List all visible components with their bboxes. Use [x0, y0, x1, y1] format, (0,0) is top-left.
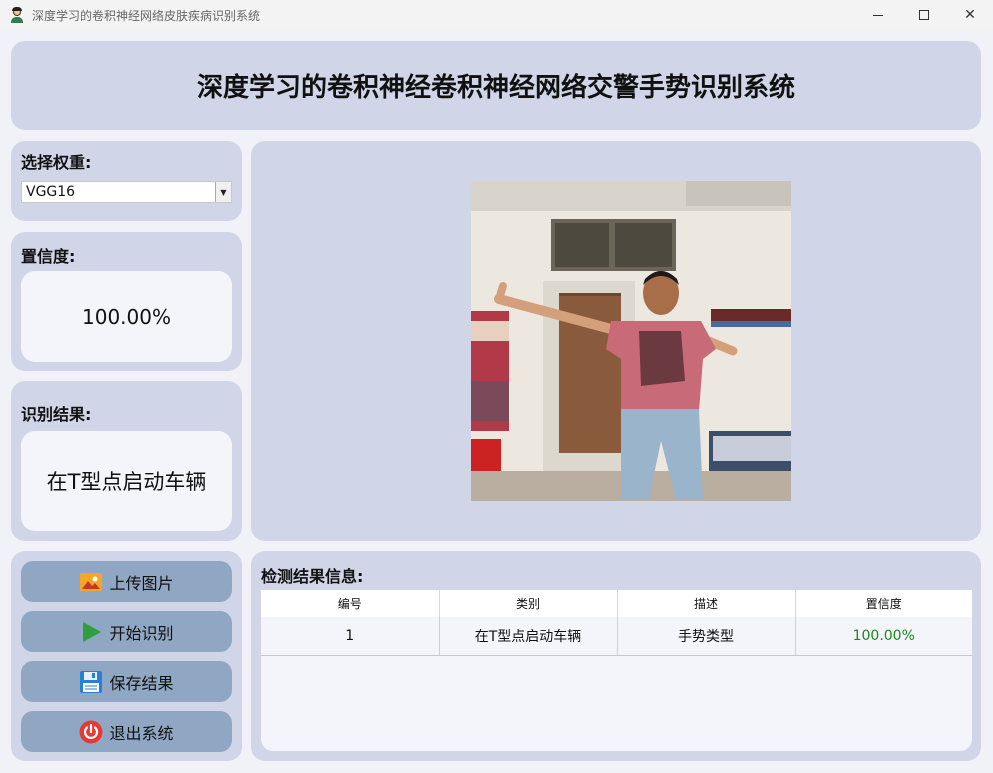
maximize-icon: [919, 10, 929, 20]
upload-image-button[interactable]: 上传图片: [21, 561, 232, 602]
detection-info-label: 检测结果信息:: [261, 567, 364, 586]
action-panel: 上传图片 开始识别 保存结果 退出系统: [11, 551, 242, 761]
weight-panel: 选择权重: VGG16 ▼: [11, 141, 242, 221]
chevron-down-icon[interactable]: ▼: [215, 182, 231, 202]
maximize-button[interactable]: [901, 0, 947, 30]
gesture-photo: [471, 181, 791, 501]
save-icon: [79, 670, 103, 694]
play-icon: [79, 620, 103, 644]
header-panel: 深度学习的卷积神经卷积神经网络交警手势识别系统: [11, 41, 981, 130]
page-title: 深度学习的卷积神经卷积神经网络交警手势识别系统: [196, 73, 795, 103]
exit-system-button[interactable]: 退出系统: [21, 711, 232, 752]
person-icon: [9, 7, 25, 23]
save-result-button[interactable]: 保存结果: [21, 661, 232, 702]
photo-illustration: [471, 181, 791, 501]
detection-info-panel: 检测结果信息: 编号 类别 描述 置信度 1 在T型点启动车辆 手势类型 100…: [251, 551, 981, 761]
column-header-confidence[interactable]: 置信度: [795, 590, 972, 617]
cell-description: 手势类型: [617, 617, 796, 656]
cell-confidence: 100.00%: [795, 617, 972, 656]
start-recognition-button[interactable]: 开始识别: [21, 611, 232, 652]
weight-select-value: VGG16: [26, 184, 76, 200]
weight-select[interactable]: VGG16 ▼: [21, 181, 232, 203]
minimize-button[interactable]: [855, 0, 901, 30]
window-titlebar: 深度学习的卷积神经网络皮肤疾病识别系统 ✕: [0, 0, 993, 30]
weight-label: 选择权重:: [21, 153, 92, 172]
column-header-category[interactable]: 类别: [439, 590, 618, 617]
table-row[interactable]: 1 在T型点启动车辆 手势类型 100.00%: [261, 617, 972, 656]
result-value: 在T型点启动车辆: [21, 431, 232, 531]
result-label: 识别结果:: [21, 405, 92, 424]
minimize-icon: [873, 14, 883, 16]
results-table: 编号 类别 描述 置信度 1 在T型点启动车辆 手势类型 100.00%: [261, 590, 972, 751]
close-button[interactable]: ✕: [947, 0, 993, 30]
power-icon: [79, 720, 103, 744]
start-recognition-label: 开始识别: [109, 623, 174, 643]
confidence-panel: 置信度: 100.00%: [11, 232, 242, 371]
image-panel: [251, 141, 981, 541]
confidence-label: 置信度:: [21, 247, 76, 266]
table-header: 编号 类别 描述 置信度: [261, 590, 972, 617]
confidence-value: 100.00%: [21, 271, 232, 362]
column-header-id[interactable]: 编号: [261, 590, 440, 617]
close-icon: ✕: [964, 7, 976, 23]
column-header-description[interactable]: 描述: [617, 590, 796, 617]
image-icon: [79, 570, 103, 594]
exit-system-label: 退出系统: [109, 723, 174, 743]
window-title: 深度学习的卷积神经网络皮肤疾病识别系统: [32, 8, 261, 23]
result-panel: 识别结果: 在T型点启动车辆: [11, 381, 242, 541]
upload-image-label: 上传图片: [109, 573, 174, 593]
save-result-label: 保存结果: [109, 673, 174, 693]
cell-category: 在T型点启动车辆: [439, 617, 618, 656]
cell-id: 1: [261, 617, 440, 656]
